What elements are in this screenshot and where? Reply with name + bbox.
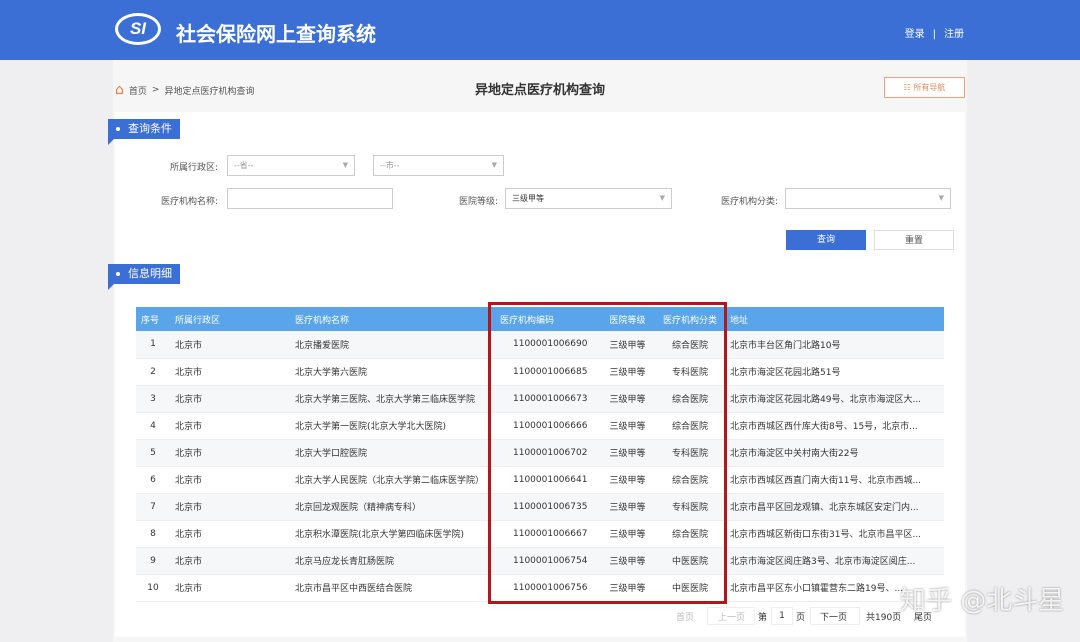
table-cell: 北京市 [170,331,290,359]
total-pages: 共190页 [866,613,902,623]
page-input[interactable]: 1 [771,607,793,625]
name-input[interactable] [227,188,393,209]
chevron-down-icon: ▼ [491,161,497,169]
top-header: SI 社会保险网上查询系统 登录 | 注册 [0,0,1080,60]
column-header: 序号 [136,307,170,331]
search-button[interactable]: 查询 [786,230,866,250]
table-cell: 北京积水潭医院(北京大学第四临床医学院) [290,520,495,548]
table-cell: 北京市昌平区回龙观镇、北京东城区安定门内... [725,493,944,521]
watermark: 知乎 @北斗星 [900,586,1065,616]
table-cell: 4 [136,412,170,440]
table-cell: 北京市 [170,385,290,413]
table-cell: 10 [136,574,170,602]
table-cell: 北京大学第一医院(北京大学北大医院) [290,412,495,440]
table-cell: 北京大学人民医院（北京大学第二临床医学院） [290,466,495,494]
name-label: 医疗机构名称: [160,197,218,207]
query-section-title: 查询条件 [108,119,180,145]
register-link[interactable]: 注册 [944,29,964,40]
table-cell: 北京播爱医院 [290,331,495,359]
table-cell: 北京市 [170,547,290,575]
level-value: 三级甲等 [512,194,544,203]
separator: | [932,29,936,40]
table-cell: 北京大学第三医院、北京大学第三临床医学院 [290,385,495,413]
site-title: 社会保险网上查询系统 [176,22,376,46]
table-cell: 北京市海淀区阅庄路3号、北京市海淀区阅庄... [725,547,944,575]
table-cell: 北京市 [170,358,290,386]
region-label: 所属行政区: [169,163,218,173]
province-value: --省-- [234,161,254,170]
level-select[interactable]: 三级甲等 ▼ [505,188,672,209]
table-cell: 北京市西城区新街口东街31号、北京市昌平区... [725,520,944,548]
table-cell: 2 [136,358,170,386]
table-cell: 北京大学第六医院 [290,358,495,386]
table-cell: 北京市 [170,493,290,521]
next-page-label: 下一页 [820,613,848,623]
province-select[interactable]: --省-- ▼ [227,155,355,176]
table-cell: 北京马应龙长青肛肠医院 [290,547,495,575]
details-section-title: 信息明细 [108,264,180,290]
prev-page-label: 上一页 [718,613,746,623]
level-label: 医院等级: [458,197,498,207]
chevron-down-icon: ▼ [938,194,944,202]
reset-button[interactable]: 重置 [874,230,954,250]
highlight-box [488,302,727,604]
city-value: --市-- [380,161,400,170]
city-select[interactable]: --市-- ▼ [373,155,504,176]
table-cell: 1 [136,331,170,359]
column-header: 地址 [725,307,944,331]
table-cell: 北京市 [170,412,290,440]
table-cell: 北京市 [170,574,290,602]
column-header: 所属行政区 [170,307,290,331]
first-page-link[interactable]: 首页 [676,610,694,623]
page-suffix: 页 [796,613,806,623]
auth-links: 登录 | 注册 [901,25,968,40]
table-cell: 北京市 [170,466,290,494]
login-link[interactable]: 登录 [905,29,925,40]
category-label: 医疗机构分类: [720,197,778,207]
table-cell: 3 [136,385,170,413]
table-cell: 5 [136,439,170,467]
chevron-down-icon: ▼ [659,194,665,202]
table-cell: 北京市 [170,439,290,467]
table-cell: 6 [136,466,170,494]
table-cell: 北京市海淀区花园北路49号、北京市海淀区大... [725,385,944,413]
table-cell: 北京大学口腔医院 [290,439,495,467]
table-cell: 8 [136,520,170,548]
table-cell: 北京回龙观医院（精神病专科） [290,493,495,521]
table-cell: 北京市海淀区花园北路51号 [725,358,944,386]
table-cell: 9 [136,547,170,575]
chevron-down-icon: ▼ [342,161,348,169]
table-cell: 北京市昌平区中西医结合医院 [290,574,495,602]
si-logo: SI [115,13,161,45]
column-header: 医疗机构名称 [290,307,495,331]
page-prefix: 第 [758,613,768,623]
table-cell: 北京市 [170,520,290,548]
table-cell: 北京市海淀区中关村南大街22号 [725,439,944,467]
table-cell: 北京市丰台区角门北路10号 [725,331,944,359]
table-cell: 北京市西城区西什库大街8号、15号，北京市... [725,412,944,440]
category-select[interactable]: ▼ [785,188,951,209]
all-nav-button[interactable]: ☷ 所有导航 [884,77,965,98]
table-cell: 7 [136,493,170,521]
table-cell: 北京市西城区西直门南大街11号、北京市西城... [725,466,944,494]
